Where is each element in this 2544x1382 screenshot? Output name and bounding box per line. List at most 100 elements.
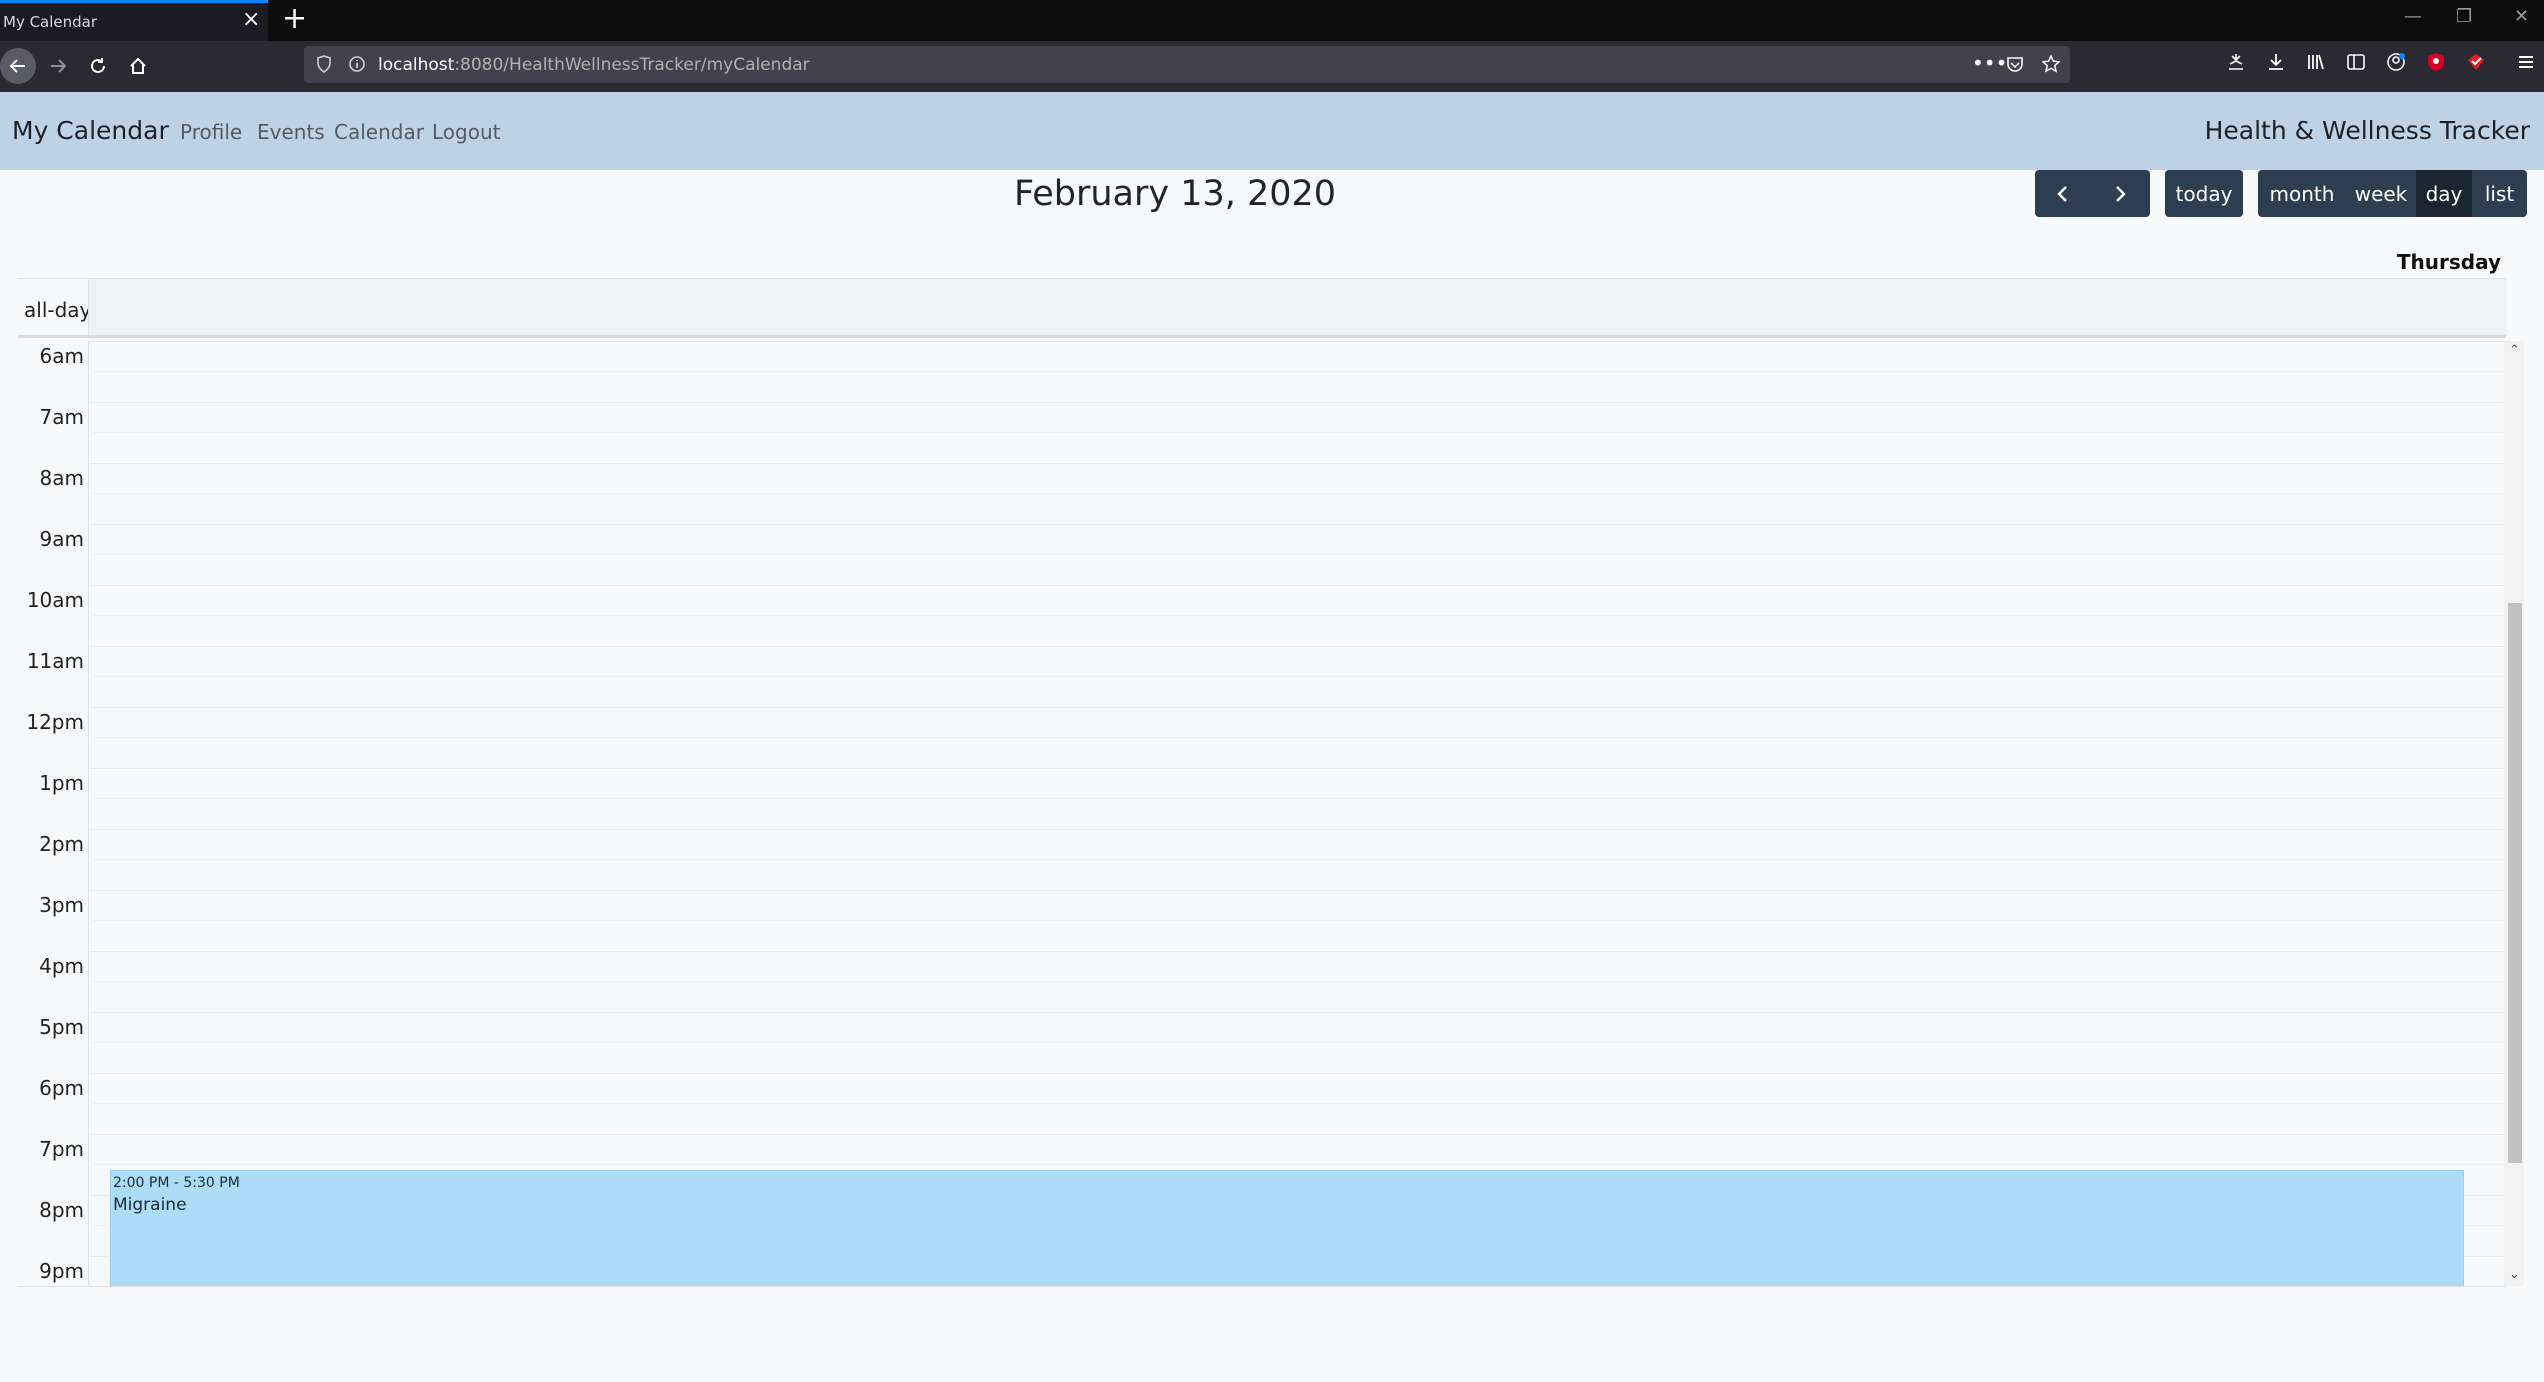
hour-line: [88, 341, 2506, 342]
new-tab-icon[interactable]: +: [282, 2, 307, 36]
half-hour-line: [88, 1103, 2506, 1104]
half-hour-line: [88, 1042, 2506, 1043]
hour-line: [88, 402, 2506, 403]
grid-scrollbar[interactable]: ⌃ ⌄: [2504, 341, 2524, 1286]
time-label: 8pm: [39, 1198, 84, 1222]
account-icon[interactable]: [2386, 52, 2406, 76]
restore-icon[interactable]: ❐: [2456, 6, 2472, 27]
time-label: 12pm: [26, 710, 84, 734]
event-time: 2:00 PM - 5:30 PM: [113, 1175, 240, 1191]
info-icon[interactable]: [348, 55, 366, 77]
hour-line: [88, 524, 2506, 525]
nav-link-calendar[interactable]: Calendar: [334, 120, 424, 144]
time-label: 5pm: [39, 1015, 84, 1039]
time-label: 11am: [26, 649, 84, 673]
prev-button[interactable]: [2035, 170, 2090, 217]
nav-link-events[interactable]: Events: [257, 120, 325, 144]
day-column[interactable]: [88, 341, 2506, 1286]
time-label: 6pm: [39, 1076, 84, 1100]
pocket-icon[interactable]: [2006, 55, 2024, 77]
app-navbar: My Calendar Profile Events Calendar Logo…: [0, 92, 2544, 170]
half-hour-line: [88, 1286, 2506, 1287]
hour-line: [88, 829, 2506, 830]
hour-line: [88, 707, 2506, 708]
hour-line: [88, 1073, 2506, 1074]
time-label: 9am: [39, 527, 84, 551]
all-day-label: all-day: [24, 298, 92, 322]
all-day-cell[interactable]: [88, 279, 2507, 335]
scrollbar-thumb[interactable]: [2508, 603, 2522, 1163]
time-label: 1pm: [39, 771, 84, 795]
half-hour-line: [88, 981, 2506, 982]
hour-line: [88, 585, 2506, 586]
half-hour-line: [88, 920, 2506, 921]
tab-title: My Calendar: [3, 13, 98, 31]
half-hour-line: [88, 432, 2506, 433]
minimize-icon[interactable]: —: [2404, 6, 2422, 27]
bookmarks-icon[interactable]: [2306, 52, 2326, 76]
time-label: 4pm: [39, 954, 84, 978]
reload-icon[interactable]: [80, 48, 116, 84]
nav-link-profile[interactable]: Profile: [180, 120, 242, 144]
scroll-down-icon[interactable]: ⌄: [2509, 1267, 2520, 1282]
half-hour-line: [88, 737, 2506, 738]
url-text: localhost:8080/HealthWellnessTracker/myC…: [378, 55, 810, 75]
hour-line: [88, 951, 2506, 952]
day-view-button[interactable]: day: [2416, 170, 2472, 217]
time-label: 2pm: [39, 832, 84, 856]
star-icon[interactable]: [2041, 54, 2061, 77]
week-view-button[interactable]: week: [2346, 170, 2416, 217]
today-button[interactable]: today: [2165, 170, 2243, 217]
url-path: :8080/HealthWellnessTracker/myCalendar: [454, 55, 810, 75]
address-bar[interactable]: localhost:8080/HealthWellnessTracker/myC…: [304, 46, 2070, 83]
url-host: localhost: [378, 55, 455, 75]
event-title: Migraine: [113, 1195, 187, 1215]
library-icon[interactable]: [2226, 52, 2246, 76]
calendar-event[interactable]: 2:00 PM - 5:30 PM Migraine =: [110, 1170, 2464, 1286]
half-hour-line: [88, 798, 2506, 799]
scroll-up-icon[interactable]: ⌃: [2509, 343, 2520, 358]
time-label: 7pm: [39, 1137, 84, 1161]
time-label: 3pm: [39, 893, 84, 917]
extension-icon[interactable]: [2426, 52, 2446, 76]
sidebar-icon[interactable]: [2346, 52, 2366, 76]
hour-line: [88, 1012, 2506, 1013]
hour-line: [88, 646, 2506, 647]
menu-icon[interactable]: [2516, 52, 2536, 76]
app-name: Health & Wellness Tracker: [2204, 116, 2530, 145]
next-button[interactable]: [2090, 170, 2150, 217]
time-grid[interactable]: 2:00 PM - 5:30 PM Migraine = 6am 7am 8am 9a…: [18, 341, 2506, 1287]
forward-icon[interactable]: [40, 48, 76, 84]
half-hour-line: [88, 676, 2506, 677]
extension-icon[interactable]: [2466, 52, 2486, 76]
nav-link-logout[interactable]: Logout: [432, 120, 500, 144]
downloads-icon[interactable]: [2266, 52, 2286, 76]
half-hour-line: [88, 1164, 2506, 1165]
chevron-left-icon: [2056, 185, 2067, 202]
close-tab-icon[interactable]: ×: [242, 9, 260, 31]
hour-line: [88, 768, 2506, 769]
all-day-row: all-day: [18, 278, 2507, 338]
more-icon[interactable]: •••: [1972, 51, 2007, 75]
back-icon[interactable]: [0, 48, 36, 84]
browser-tab[interactable]: My Calendar ×: [0, 0, 268, 41]
window-close-icon[interactable]: ✕: [2514, 6, 2529, 27]
browser-tabstrip: My Calendar × + — ❐ ✕: [0, 0, 2544, 41]
time-label: 6am: [39, 344, 84, 368]
half-hour-line: [88, 493, 2506, 494]
shield-icon[interactable]: [316, 55, 332, 77]
half-hour-line: [88, 371, 2506, 372]
time-label: 10am: [26, 588, 84, 612]
month-view-button[interactable]: month: [2258, 170, 2346, 217]
chevron-right-icon: [2116, 185, 2126, 202]
home-icon[interactable]: [120, 48, 156, 84]
time-label: 9pm: [39, 1259, 84, 1283]
half-hour-line: [88, 554, 2506, 555]
time-label: 7am: [39, 405, 84, 429]
half-hour-line: [88, 859, 2506, 860]
day-header: Thursday: [2396, 250, 2501, 274]
list-view-button[interactable]: list: [2472, 170, 2527, 217]
brand-link[interactable]: My Calendar: [12, 116, 169, 145]
browser-navbar: localhost:8080/HealthWellnessTracker/myC…: [0, 41, 2544, 92]
hour-line: [88, 1134, 2506, 1135]
